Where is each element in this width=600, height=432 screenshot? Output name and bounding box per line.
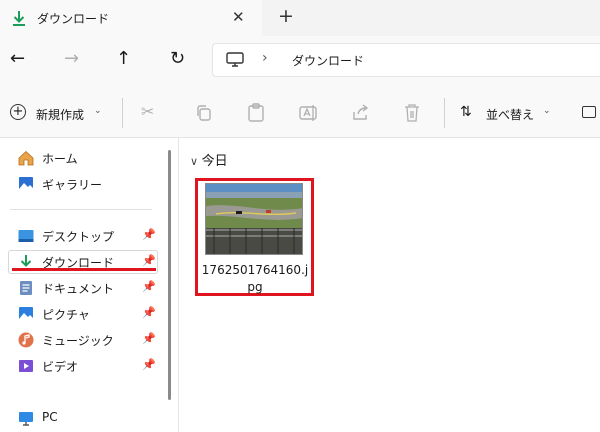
- sidebar-item-label: ホーム: [42, 152, 78, 166]
- file-name[interactable]: 1762501764160.jpg: [199, 262, 311, 296]
- refresh-icon[interactable]: ↻: [170, 48, 185, 69]
- race-track-thumbnail-image: [206, 184, 302, 254]
- group-header-today[interactable]: ∨ 今日: [190, 150, 228, 169]
- paste-icon[interactable]: [247, 103, 265, 123]
- pc-icon: [19, 412, 33, 426]
- sidebar-item-label: PC: [42, 410, 58, 424]
- back-arrow-icon[interactable]: ←: [10, 48, 25, 69]
- sidebar-item-label: ドキュメント: [42, 282, 115, 296]
- highlight-underline: [12, 268, 156, 271]
- pin-icon[interactable]: 📌: [142, 228, 156, 241]
- documents-icon: [20, 281, 32, 295]
- chevron-down-icon[interactable]: ⌄: [543, 106, 551, 116]
- sidebar-item-label: デスクトップ: [42, 230, 115, 244]
- pin-icon[interactable]: 📌: [142, 332, 156, 345]
- close-icon[interactable]: ✕: [232, 8, 245, 26]
- new-button[interactable]: 新規作成: [36, 106, 84, 123]
- desktop-folder-icon: [18, 230, 34, 242]
- chevron-down-icon[interactable]: ⌄: [94, 106, 102, 116]
- sidebar-item-documents[interactable]: ドキュメント 📌: [8, 276, 156, 300]
- toolbar-divider: [122, 98, 123, 128]
- pin-icon[interactable]: 📌: [142, 358, 156, 371]
- copy-icon[interactable]: [195, 104, 213, 122]
- tab-title: ダウンロード: [37, 12, 110, 26]
- sidebar-item-gallery[interactable]: ギャラリー: [8, 172, 156, 196]
- sort-icon[interactable]: ⇅: [460, 104, 472, 120]
- chevron-right-icon[interactable]: ›: [262, 50, 268, 66]
- music-icon: [18, 332, 34, 348]
- group-header-label: 今日: [201, 154, 228, 169]
- home-icon: [18, 150, 34, 166]
- pictures-icon: [19, 307, 33, 321]
- sidebar-item-home[interactable]: ホーム: [8, 146, 156, 170]
- sidebar-item-music[interactable]: ミュージック 📌: [8, 328, 156, 352]
- sidebar-item-label: ビデオ: [42, 360, 79, 374]
- delete-icon[interactable]: [403, 103, 421, 123]
- breadcrumb-current[interactable]: ダウンロード: [292, 52, 364, 69]
- sidebar-scrollbar[interactable]: [168, 150, 171, 400]
- sidebar-divider: [10, 209, 152, 210]
- forward-arrow-icon[interactable]: →: [64, 48, 79, 69]
- address-bar[interactable]: [212, 43, 600, 77]
- cut-icon[interactable]: ✂: [141, 102, 154, 121]
- pin-icon[interactable]: 📌: [142, 254, 156, 267]
- sidebar-item-pc[interactable]: PC: [8, 406, 156, 430]
- toolbar-divider: [444, 98, 445, 128]
- sidebar-item-desktop[interactable]: デスクトップ 📌: [8, 224, 156, 248]
- rename-icon[interactable]: [299, 104, 319, 122]
- share-icon[interactable]: [351, 104, 371, 122]
- sort-button[interactable]: 並べ替え: [486, 106, 534, 123]
- sidebar-item-label: ピクチャ: [42, 308, 90, 322]
- new-plus-icon[interactable]: +: [10, 104, 26, 120]
- plus-icon[interactable]: +: [278, 5, 294, 27]
- videos-icon: [19, 360, 33, 372]
- gallery-icon: [19, 177, 33, 191]
- sidebar-item-label: ギャラリー: [42, 178, 103, 192]
- download-icon: [13, 11, 25, 26]
- up-arrow-icon[interactable]: ↑: [116, 48, 131, 69]
- chevron-down-icon[interactable]: ∨: [190, 155, 202, 168]
- sidebar-item-label: ミュージック: [42, 334, 114, 348]
- sidebar-item-pictures[interactable]: ピクチャ 📌: [8, 302, 156, 326]
- sidebar-item-videos[interactable]: ビデオ 📌: [8, 354, 156, 378]
- monitor-icon[interactable]: [226, 52, 244, 68]
- file-thumbnail[interactable]: [205, 183, 303, 255]
- view-icon[interactable]: [582, 106, 596, 118]
- pin-icon[interactable]: 📌: [142, 280, 156, 293]
- pane-divider[interactable]: [178, 138, 179, 432]
- pin-icon[interactable]: 📌: [142, 306, 156, 319]
